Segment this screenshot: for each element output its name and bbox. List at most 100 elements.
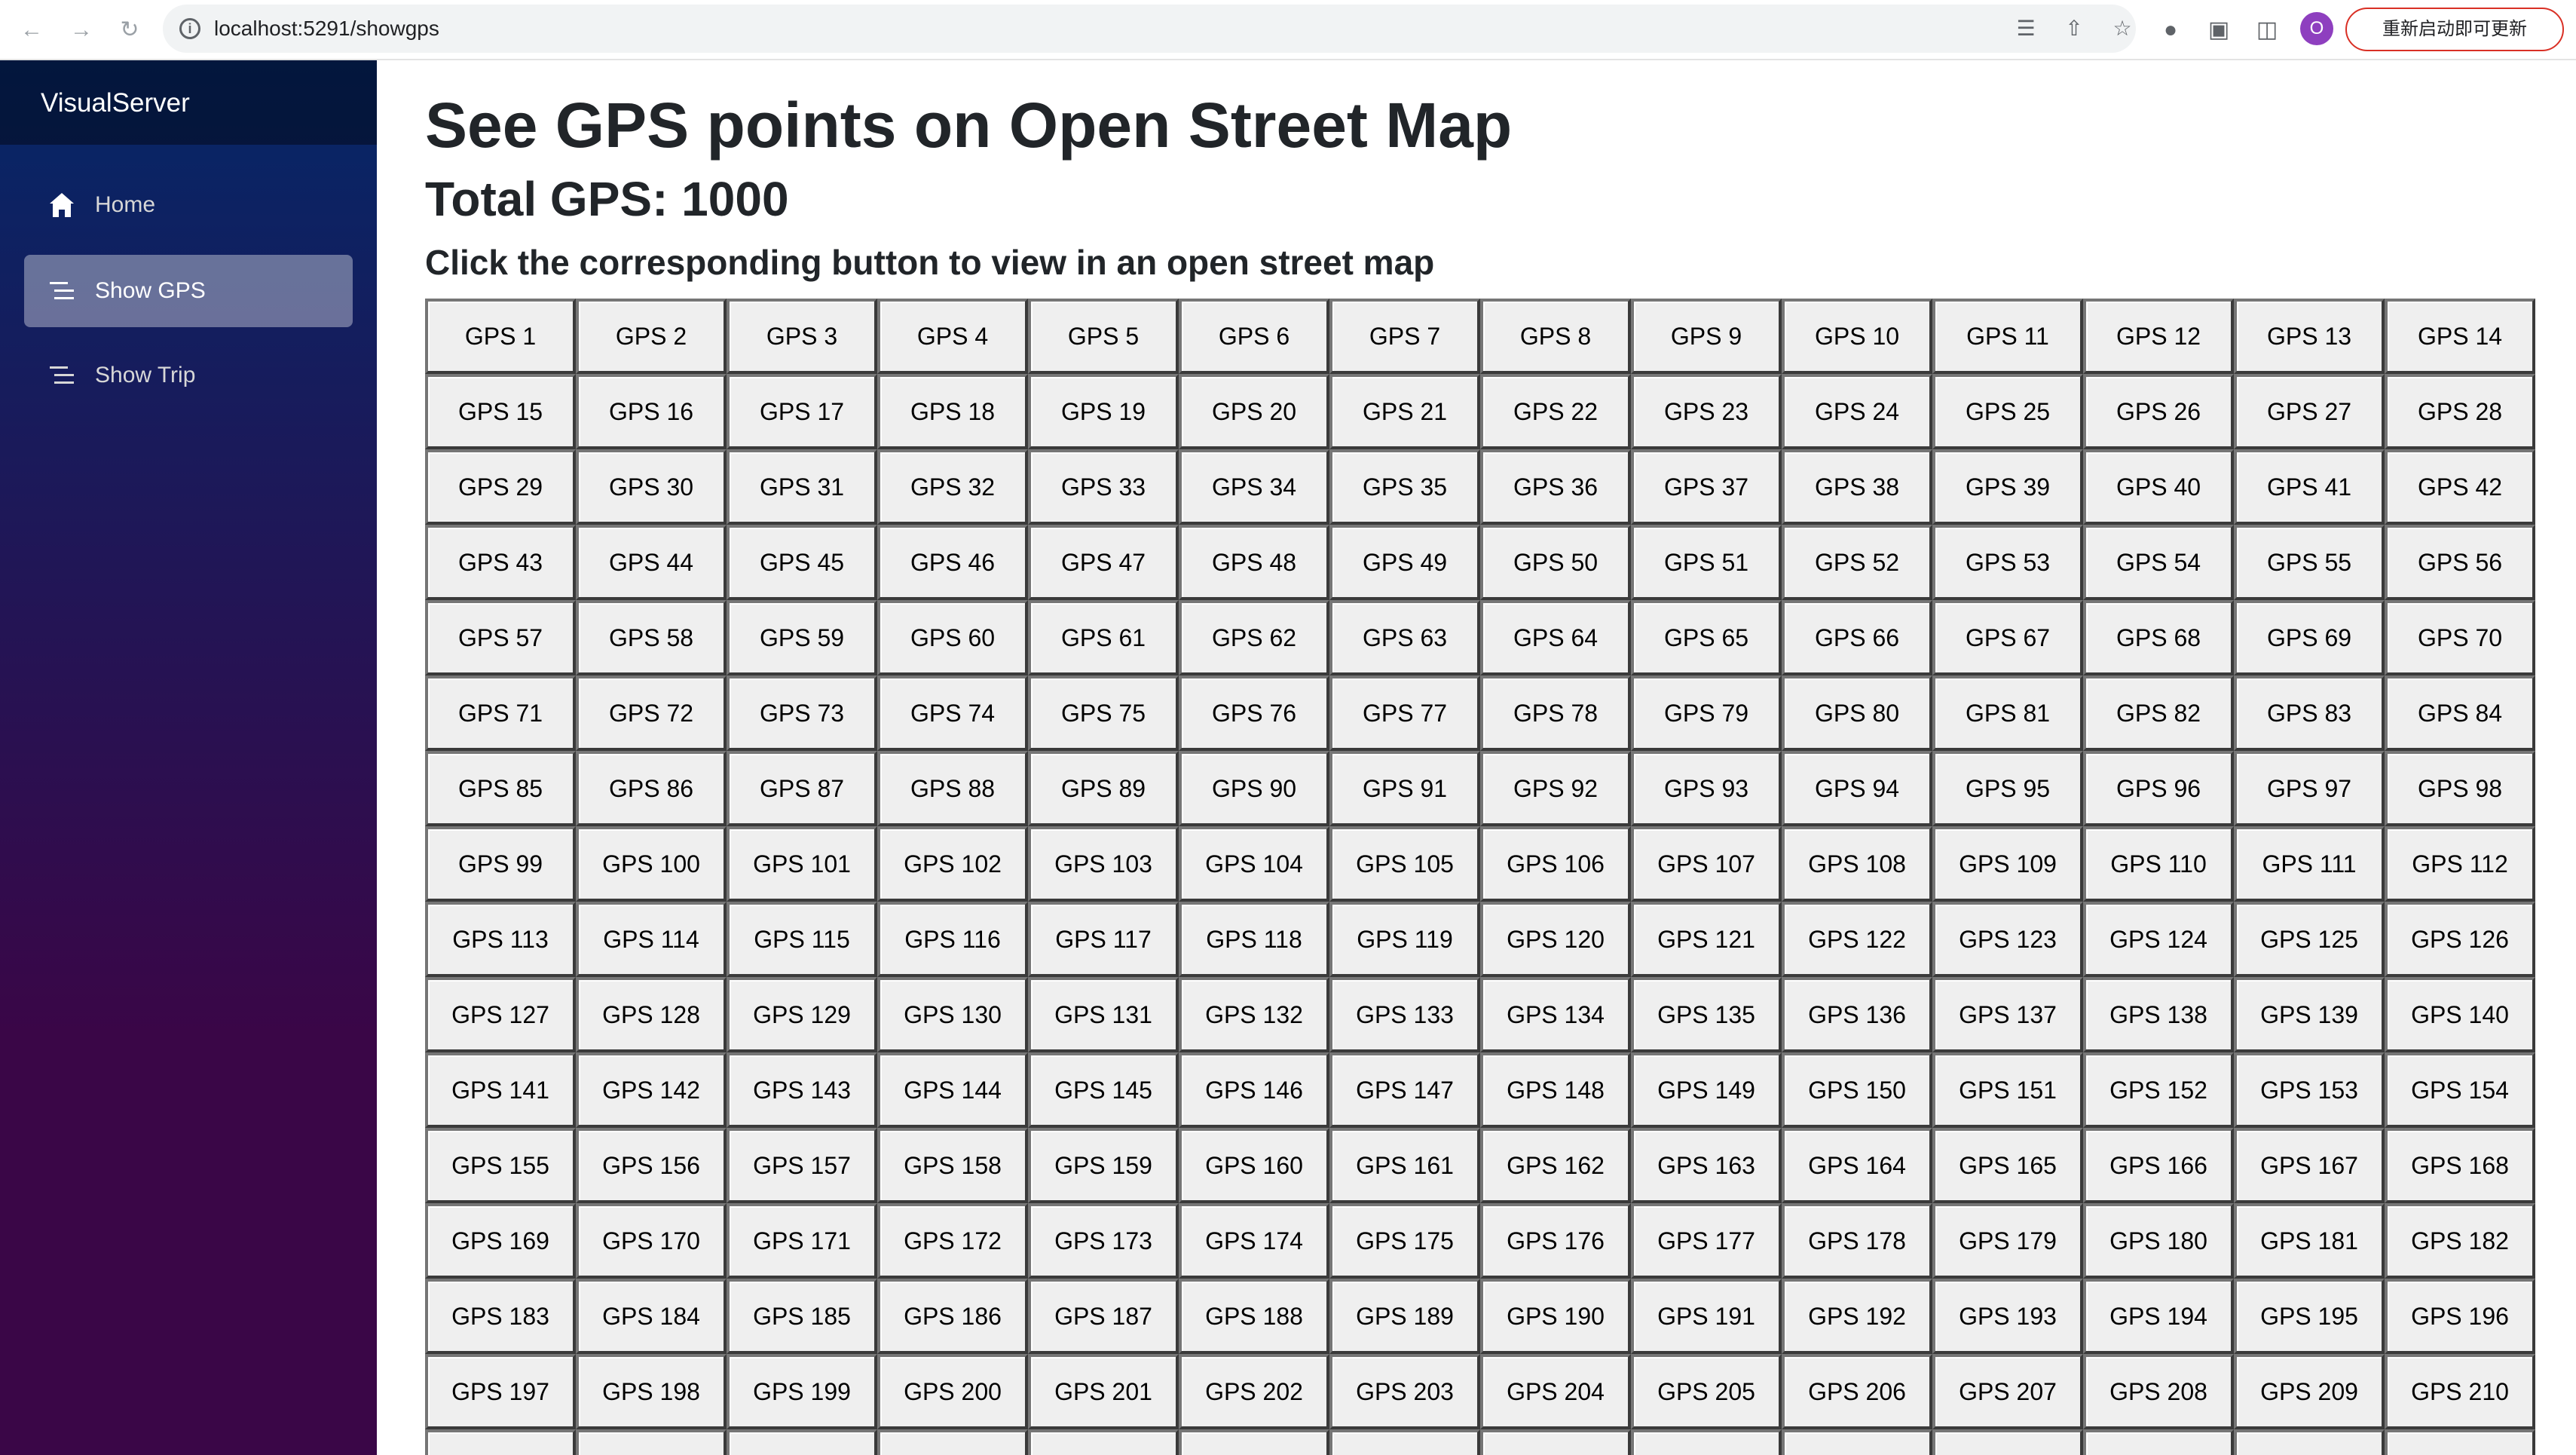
gps-button[interactable]: GPS 74 bbox=[877, 675, 1028, 751]
gps-button[interactable]: GPS 154 bbox=[2385, 1052, 2535, 1128]
gps-button[interactable]: GPS 112 bbox=[2385, 826, 2535, 902]
gps-button[interactable]: GPS 206 bbox=[1782, 1354, 1932, 1429]
gps-button[interactable]: GPS 217 bbox=[1329, 1429, 1480, 1455]
gps-button[interactable]: GPS 190 bbox=[1480, 1279, 1631, 1354]
gps-button[interactable]: GPS 177 bbox=[1631, 1203, 1782, 1279]
gps-button[interactable]: GPS 150 bbox=[1782, 1052, 1932, 1128]
gps-button[interactable]: GPS 24 bbox=[1782, 374, 1932, 449]
gps-button[interactable]: GPS 4 bbox=[877, 299, 1028, 374]
gps-button[interactable]: GPS 153 bbox=[2234, 1052, 2385, 1128]
gps-button[interactable]: GPS 83 bbox=[2234, 675, 2385, 751]
gps-button[interactable]: GPS 40 bbox=[2083, 449, 2234, 525]
gps-button[interactable]: GPS 220 bbox=[1782, 1429, 1932, 1455]
gps-button[interactable]: GPS 147 bbox=[1329, 1052, 1480, 1128]
gps-button[interactable]: GPS 87 bbox=[727, 751, 877, 826]
gps-button[interactable]: GPS 97 bbox=[2234, 751, 2385, 826]
gps-button[interactable]: GPS 194 bbox=[2083, 1279, 2234, 1354]
gps-button[interactable]: GPS 41 bbox=[2234, 449, 2385, 525]
share-icon[interactable]: ⇧ bbox=[2062, 17, 2086, 41]
gps-button[interactable]: GPS 2 bbox=[576, 299, 727, 374]
site-info-icon[interactable]: i bbox=[179, 18, 200, 39]
gps-button[interactable]: GPS 212 bbox=[576, 1429, 727, 1455]
gps-button[interactable]: GPS 86 bbox=[576, 751, 727, 826]
gps-button[interactable]: GPS 103 bbox=[1028, 826, 1179, 902]
gps-button[interactable]: GPS 20 bbox=[1179, 374, 1329, 449]
gps-button[interactable]: GPS 106 bbox=[1480, 826, 1631, 902]
gps-button[interactable]: GPS 81 bbox=[1932, 675, 2083, 751]
gps-button[interactable]: GPS 215 bbox=[1028, 1429, 1179, 1455]
gps-button[interactable]: GPS 197 bbox=[425, 1354, 576, 1429]
reload-icon[interactable]: ↻ bbox=[115, 15, 145, 45]
gps-button[interactable]: GPS 175 bbox=[1329, 1203, 1480, 1279]
update-button[interactable]: 重新启动即可更新 bbox=[2345, 8, 2564, 51]
gps-button[interactable]: GPS 163 bbox=[1631, 1128, 1782, 1203]
gps-button[interactable]: GPS 214 bbox=[877, 1429, 1028, 1455]
gps-button[interactable]: GPS 131 bbox=[1028, 977, 1179, 1052]
gps-button[interactable]: GPS 19 bbox=[1028, 374, 1179, 449]
gps-button[interactable]: GPS 170 bbox=[576, 1203, 727, 1279]
gps-button[interactable]: GPS 55 bbox=[2234, 525, 2385, 600]
gps-button[interactable]: GPS 221 bbox=[1932, 1429, 2083, 1455]
gps-button[interactable]: GPS 69 bbox=[2234, 600, 2385, 675]
gps-button[interactable]: GPS 222 bbox=[2083, 1429, 2234, 1455]
gps-button[interactable]: GPS 15 bbox=[425, 374, 576, 449]
gps-button[interactable]: GPS 3 bbox=[727, 299, 877, 374]
gps-button[interactable]: GPS 213 bbox=[727, 1429, 877, 1455]
gps-button[interactable]: GPS 104 bbox=[1179, 826, 1329, 902]
gps-button[interactable]: GPS 23 bbox=[1631, 374, 1782, 449]
gps-button[interactable]: GPS 5 bbox=[1028, 299, 1179, 374]
gps-button[interactable]: GPS 52 bbox=[1782, 525, 1932, 600]
gps-button[interactable]: GPS 180 bbox=[2083, 1203, 2234, 1279]
gps-button[interactable]: GPS 136 bbox=[1782, 977, 1932, 1052]
gps-button[interactable]: GPS 132 bbox=[1179, 977, 1329, 1052]
gps-button[interactable]: GPS 139 bbox=[2234, 977, 2385, 1052]
gps-button[interactable]: GPS 78 bbox=[1480, 675, 1631, 751]
gps-button[interactable]: GPS 36 bbox=[1480, 449, 1631, 525]
gps-button[interactable]: GPS 33 bbox=[1028, 449, 1179, 525]
gps-button[interactable]: GPS 95 bbox=[1932, 751, 2083, 826]
gps-button[interactable]: GPS 205 bbox=[1631, 1354, 1782, 1429]
gps-button[interactable]: GPS 126 bbox=[2385, 902, 2535, 977]
gps-button[interactable]: GPS 129 bbox=[727, 977, 877, 1052]
gps-button[interactable]: GPS 199 bbox=[727, 1354, 877, 1429]
gps-button[interactable]: GPS 143 bbox=[727, 1052, 877, 1128]
gps-button[interactable]: GPS 31 bbox=[727, 449, 877, 525]
gps-button[interactable]: GPS 173 bbox=[1028, 1203, 1179, 1279]
gps-button[interactable]: GPS 178 bbox=[1782, 1203, 1932, 1279]
gps-button[interactable]: GPS 203 bbox=[1329, 1354, 1480, 1429]
gps-button[interactable]: GPS 182 bbox=[2385, 1203, 2535, 1279]
gps-button[interactable]: GPS 191 bbox=[1631, 1279, 1782, 1354]
gps-button[interactable]: GPS 94 bbox=[1782, 751, 1932, 826]
gps-button[interactable]: GPS 73 bbox=[727, 675, 877, 751]
gps-button[interactable]: GPS 187 bbox=[1028, 1279, 1179, 1354]
gps-button[interactable]: GPS 25 bbox=[1932, 374, 2083, 449]
back-icon[interactable]: ← bbox=[17, 15, 47, 45]
gps-button[interactable]: GPS 17 bbox=[727, 374, 877, 449]
gps-button[interactable]: GPS 144 bbox=[877, 1052, 1028, 1128]
gps-button[interactable]: GPS 53 bbox=[1932, 525, 2083, 600]
gps-button[interactable]: GPS 101 bbox=[727, 826, 877, 902]
gps-button[interactable]: GPS 168 bbox=[2385, 1128, 2535, 1203]
gps-button[interactable]: GPS 70 bbox=[2385, 600, 2535, 675]
gps-button[interactable]: GPS 21 bbox=[1329, 374, 1480, 449]
gps-button[interactable]: GPS 65 bbox=[1631, 600, 1782, 675]
gps-button[interactable]: GPS 7 bbox=[1329, 299, 1480, 374]
gps-button[interactable]: GPS 77 bbox=[1329, 675, 1480, 751]
gps-button[interactable]: GPS 71 bbox=[425, 675, 576, 751]
gps-button[interactable]: GPS 219 bbox=[1631, 1429, 1782, 1455]
gps-button[interactable]: GPS 93 bbox=[1631, 751, 1782, 826]
gps-button[interactable]: GPS 184 bbox=[576, 1279, 727, 1354]
gps-button[interactable]: GPS 188 bbox=[1179, 1279, 1329, 1354]
gps-button[interactable]: GPS 110 bbox=[2083, 826, 2234, 902]
gps-button[interactable]: GPS 224 bbox=[2385, 1429, 2535, 1455]
gps-button[interactable]: GPS 26 bbox=[2083, 374, 2234, 449]
gps-button[interactable]: GPS 218 bbox=[1480, 1429, 1631, 1455]
gps-button[interactable]: GPS 8 bbox=[1480, 299, 1631, 374]
gps-button[interactable]: GPS 64 bbox=[1480, 600, 1631, 675]
brand-link[interactable]: VisualServer bbox=[41, 87, 190, 119]
gps-button[interactable]: GPS 179 bbox=[1932, 1203, 2083, 1279]
gps-button[interactable]: GPS 162 bbox=[1480, 1128, 1631, 1203]
gps-button[interactable]: GPS 195 bbox=[2234, 1279, 2385, 1354]
gps-button[interactable]: GPS 43 bbox=[425, 525, 576, 600]
gps-button[interactable]: GPS 152 bbox=[2083, 1052, 2234, 1128]
